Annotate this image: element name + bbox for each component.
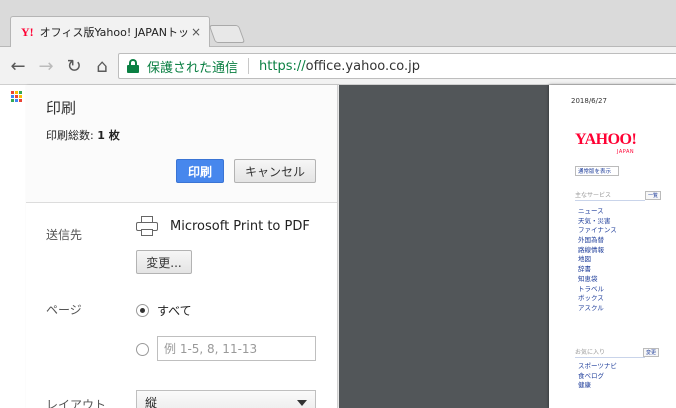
omnibox-divider <box>248 58 250 74</box>
apps-dot <box>19 91 22 94</box>
apps-dot <box>11 99 14 102</box>
favorites-list: スポーツナビ 食べログ 健康 <box>578 362 617 391</box>
standard-version-link: 通常版を表示 <box>575 166 619 176</box>
home-icon[interactable]: ⌂ <box>90 54 114 78</box>
list-item: 路線情報 <box>578 245 604 254</box>
apps-dot <box>19 99 22 102</box>
list-item: 外国為替 <box>578 236 604 245</box>
yahoo-favicon-icon: Y! <box>21 24 34 39</box>
cancel-button[interactable]: キャンセル <box>234 159 316 183</box>
main-services-list-button: 一覧 <box>645 191 662 200</box>
sheet-count-label: 印刷総数: <box>46 129 94 142</box>
list-item: 天気・災害 <box>578 216 611 225</box>
print-button[interactable]: 印刷 <box>176 159 224 183</box>
url-text: https://office.yahoo.co.jp <box>259 59 420 74</box>
destination-label: 送信先 <box>46 228 83 242</box>
pages-custom-input[interactable] <box>157 336 316 361</box>
pages-all-label: すべて <box>157 304 192 318</box>
pages-label: ページ <box>46 303 82 317</box>
forward-icon[interactable]: → <box>34 54 58 78</box>
yahoo-logo-sub: JAPAN <box>617 149 635 155</box>
sheet-count-value: 1 枚 <box>97 129 120 142</box>
url-host: office.yahoo.co.jp <box>305 58 421 74</box>
layout-value: 縦 <box>145 395 158 408</box>
printer-icon <box>136 216 158 236</box>
layout-label: レイアウト <box>46 398 107 408</box>
back-icon[interactable]: ← <box>6 54 30 78</box>
tab-title: オフィス版Yahoo! JAPANトップ <box>39 26 189 39</box>
list-item: 地図 <box>578 255 591 264</box>
list-item: ボックス <box>578 294 604 303</box>
list-item: 健康 <box>578 381 591 390</box>
lock-icon[interactable] <box>127 59 139 73</box>
layout-select[interactable]: 縦 <box>136 390 316 408</box>
page-date: 2018/6/27 <box>571 97 607 105</box>
apps-dot <box>15 95 18 98</box>
url-scheme: https:// <box>259 58 306 74</box>
favorites-change-button: 変更 <box>643 348 660 357</box>
main-services-heading: 主なサービス <box>575 190 645 201</box>
apps-dot <box>15 91 18 94</box>
secure-label: 保護された通信 <box>147 60 239 76</box>
list-item: トラベル <box>578 284 604 293</box>
reload-icon[interactable]: ↻ <box>62 54 86 78</box>
close-icon[interactable]: × <box>189 25 203 39</box>
chevron-down-icon <box>297 400 307 406</box>
print-preview[interactable]: 2018/6/27 YAHOO! JAPAN 通常版を表示 主なサービス 一覧 … <box>339 85 676 408</box>
browser-toolbar: ← → ↻ ⌂ 保護された通信 https://office.yahoo.co.… <box>0 47 676 85</box>
favorites-heading: お気に入り <box>575 347 645 358</box>
address-bar[interactable]: 保護された通信 https://office.yahoo.co.jp <box>118 53 676 79</box>
list-item: 辞書 <box>578 265 591 274</box>
apps-dot <box>19 95 22 98</box>
pages-all-radio[interactable] <box>136 304 149 317</box>
change-destination-button[interactable]: 変更... <box>136 250 192 274</box>
sheet-count: 印刷総数: 1 枚 <box>46 127 120 143</box>
print-header: 印刷 印刷総数: 1 枚 印刷 キャンセル <box>26 85 337 203</box>
apps-dot <box>15 99 18 102</box>
pages-custom-radio[interactable] <box>136 343 149 356</box>
tab-strip: Y! オフィス版Yahoo! JAPANトップ × <box>0 0 676 47</box>
apps-grid-icon[interactable] <box>11 91 23 103</box>
preview-page: 2018/6/27 YAHOO! JAPAN 通常版を表示 主なサービス 一覧 … <box>549 85 676 408</box>
apps-dot <box>11 91 14 94</box>
list-item: ニュース <box>578 207 604 215</box>
list-item: 知恵袋 <box>578 274 598 283</box>
list-item: 食べログ <box>578 371 604 380</box>
browser-tab[interactable]: Y! オフィス版Yahoo! JAPANトップ × <box>10 16 210 47</box>
list-item: アスクル <box>578 303 604 312</box>
destination-name: Microsoft Print to PDF <box>170 219 310 234</box>
main-services-list: ニュース 天気・災害 ファイナンス 外国為替 路線情報 地図 辞書 知恵袋 トラベル ボックス アス… <box>578 207 617 314</box>
list-item: ファイナンス <box>578 226 617 235</box>
apps-dot <box>11 95 14 98</box>
list-item: スポーツナビ <box>578 362 617 370</box>
yahoo-logo: YAHOO! <box>575 131 637 148</box>
print-settings-panel: 印刷 印刷総数: 1 枚 印刷 キャンセル 送信先 Microsoft Prin… <box>26 85 338 408</box>
new-tab-button[interactable] <box>208 25 246 43</box>
print-title: 印刷 <box>46 99 77 117</box>
